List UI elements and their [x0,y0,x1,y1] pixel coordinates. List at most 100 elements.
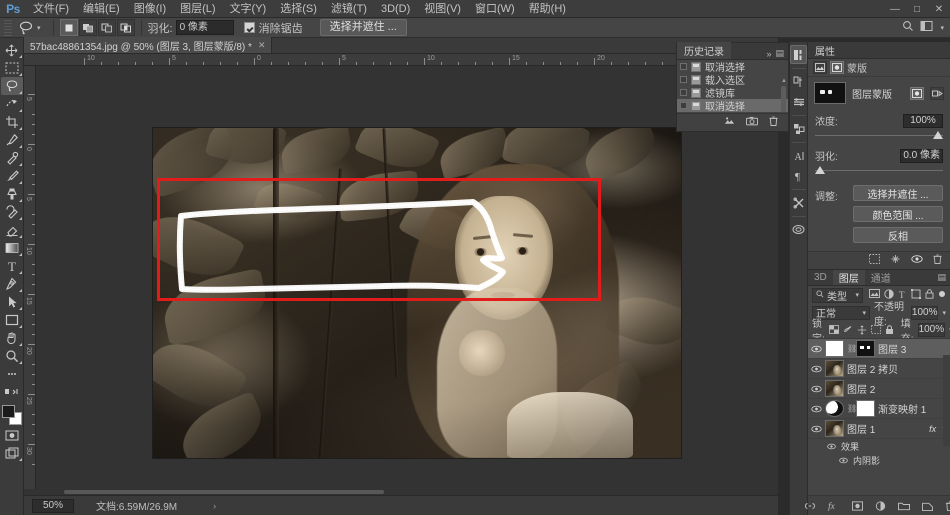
add-selection-button[interactable] [79,19,97,36]
workspace-chevron-down-icon[interactable]: ▾ [940,24,944,32]
history-snapshot-checkbox[interactable] [680,63,687,70]
eye-icon[interactable] [811,343,822,354]
menu-window[interactable]: 窗口(W) [468,0,522,18]
density-slider-track[interactable] [815,131,943,140]
hand-tool[interactable] [1,329,23,347]
create-snapshot-icon[interactable] [746,116,758,129]
delete-icon[interactable] [769,116,778,129]
vertical-ruler[interactable]: 5 0 5 10 15 20 25 30 [24,66,36,495]
tab-history[interactable]: 历史记录 [677,42,731,59]
tab-3d[interactable]: 3D [808,270,833,285]
minimize-button[interactable]: — [884,0,906,18]
menu-file[interactable]: 文件(F) [26,0,76,18]
eraser-tool[interactable] [1,221,23,239]
quick-mask-button[interactable] [1,426,23,444]
fx-icon[interactable]: fx [929,424,938,434]
clone-stamp-tool[interactable] [1,185,23,203]
layers-scrollbar[interactable] [943,355,950,446]
tab-layers[interactable]: 图层 [833,270,865,285]
adjustment-icon[interactable] [875,501,886,511]
history-brush-tool[interactable] [1,203,23,221]
zoom-level-field[interactable]: 50% [32,499,74,513]
eye-icon[interactable] [811,423,822,434]
filter-type-select[interactable]: 类型 ▾ [812,288,863,303]
color-panel-icon[interactable] [790,45,807,64]
screen-mode-button[interactable] [1,444,23,462]
history-snapshot-checkbox[interactable] [680,76,687,83]
pixel-mask-mode-icon[interactable] [813,61,827,74]
layer-thumbnail[interactable] [825,360,844,377]
close-button[interactable]: ✕ [928,0,950,18]
lock-transparency-icon[interactable] [829,323,839,336]
feather-slider-knob[interactable] [815,166,825,174]
styles-panel-icon[interactable] [790,119,807,138]
layer-thumbnail[interactable] [825,380,844,397]
toggle-mask-icon[interactable] [911,254,923,267]
color-swatches[interactable] [1,404,23,426]
layer-effect-item[interactable]: 内阴影 [808,453,950,466]
panel-menu-icon[interactable]: ▤ [937,272,946,283]
history-snapshot-checkbox[interactable] [680,89,687,96]
eye-icon[interactable] [811,383,822,394]
options-bar-grip[interactable] [4,20,12,36]
layer-row[interactable]: ⛓ 渐变映射 1 [808,399,950,419]
layer-row-selected[interactable]: ⛓ 图层 3 [808,339,950,359]
fx-icon[interactable]: fx [828,501,840,511]
layer-row[interactable]: 图层 2 拷贝 [808,359,950,379]
zoom-tool[interactable] [1,347,23,365]
link-icon[interactable]: ⛓ [847,344,853,353]
filter-shape-icon[interactable] [911,289,921,302]
menu-3d[interactable]: 3D(D) [374,0,417,18]
eye-icon[interactable] [826,441,837,452]
horizontal-ruler[interactable]: 10 5 0 5 10 15 20 [24,54,778,66]
menu-image[interactable]: 图像(I) [127,0,173,18]
menu-edit[interactable]: 编辑(E) [76,0,127,18]
invert-button[interactable]: 反相 [853,227,943,243]
add-vector-mask-icon[interactable] [930,87,944,100]
lasso-tool[interactable] [1,77,23,95]
menu-view[interactable]: 视图(V) [417,0,468,18]
link-layers-icon[interactable] [804,502,816,510]
adjustments-panel-icon[interactable] [790,72,807,91]
eye-icon[interactable] [811,403,822,414]
tool-preset-picker[interactable]: ▾ [16,20,47,36]
intersect-selection-button[interactable] [117,19,135,36]
menu-help[interactable]: 帮助(H) [522,0,573,18]
lock-nesting-icon[interactable] [871,323,881,336]
search-icon[interactable] [902,20,914,35]
lock-all-icon[interactable] [885,323,894,336]
workspace-switcher-icon[interactable] [920,20,934,35]
lock-position-icon[interactable] [857,323,867,336]
quick-selection-tool[interactable] [1,95,23,113]
tab-channels[interactable]: 通道 [865,270,897,285]
type-tool[interactable]: T [1,257,23,275]
layer-row[interactable]: 图层 1 fx ⌃ [808,419,950,439]
adjustment-layer-thumbnail[interactable] [825,400,844,417]
group-icon[interactable] [898,501,910,511]
layer-mask-thumbnail[interactable] [856,340,875,357]
actions-panel-icon[interactable] [790,193,807,212]
apply-mask-icon[interactable] [890,254,901,267]
properties-panel-title[interactable]: 属性 [808,42,950,59]
brush-tool[interactable] [1,167,23,185]
paragraph-panel-icon[interactable]: ¶ [790,166,807,185]
new-selection-button[interactable] [60,19,78,36]
filter-toggle-icon[interactable] [938,289,946,301]
antialias-checkbox[interactable]: 消除锯齿 [244,20,306,36]
layer-mask-thumbnail[interactable] [856,400,875,417]
add-pixel-mask-icon[interactable] [910,87,924,100]
select-and-mask-button[interactable]: 选择并遮住 ... [853,185,943,201]
move-tool[interactable] [1,41,23,59]
layer-mask-thumbnail[interactable] [814,82,846,104]
history-item-selected[interactable]: 取消选择 [677,99,788,112]
opacity-chevron-down-icon[interactable]: ▾ [942,309,946,317]
shape-tool[interactable] [1,311,23,329]
maximize-button[interactable]: □ [906,0,928,18]
eye-icon[interactable] [838,455,849,466]
libraries-panel-icon[interactable] [790,92,807,111]
delete-mask-icon[interactable] [933,254,942,267]
eyedropper-tool[interactable] [1,131,23,149]
lock-image-icon[interactable] [843,323,853,336]
menu-layer[interactable]: 图层(L) [173,0,222,18]
feather-input[interactable]: 0 像素 [176,20,234,35]
